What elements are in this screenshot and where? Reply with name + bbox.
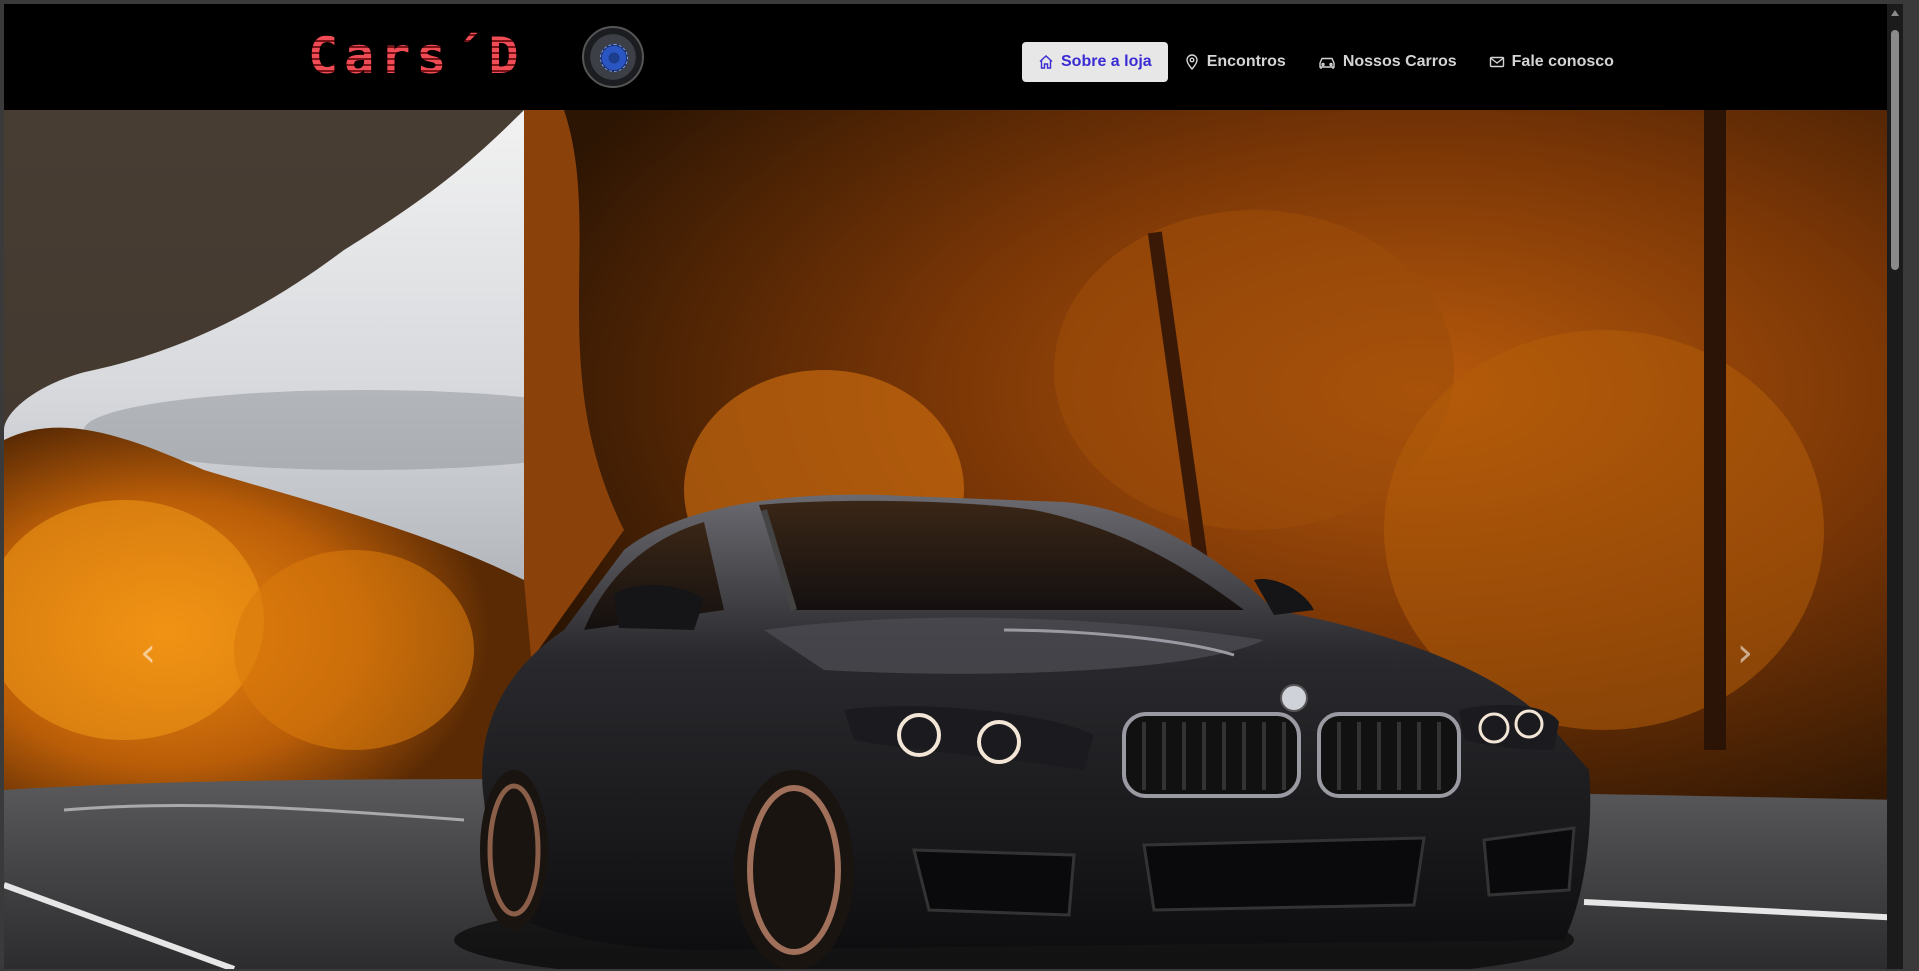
browser-viewport: Cars´D Sobre a loja Encontros Nossos Car… (4, 4, 1903, 969)
nav-item-sobre-a-loja[interactable]: Sobre a loja (1022, 42, 1168, 82)
wheel-hub (600, 44, 628, 72)
nav-item-label: Encontros (1206, 53, 1286, 70)
carousel-prev-button[interactable]: ‹ (128, 628, 168, 678)
hero-carousel: ‹ › (4, 110, 1903, 969)
nav-item-fale-conosco[interactable]: Fale conosco (1473, 42, 1630, 82)
scroll-up-arrow-icon[interactable] (1891, 10, 1899, 16)
home-icon (1038, 54, 1054, 70)
brand-logo-text[interactable]: Cars´D (308, 30, 525, 82)
page-scrollbar[interactable] (1887, 4, 1903, 969)
main-nav: Sobre a loja Encontros Nossos Carros Fal… (1022, 42, 1630, 82)
nav-item-encontros[interactable]: Encontros (1168, 42, 1302, 82)
navbar: Cars´D Sobre a loja Encontros Nossos Car… (4, 4, 1903, 110)
carousel-next-button[interactable]: › (1725, 628, 1765, 678)
nav-item-label: Fale conosco (1511, 53, 1614, 70)
nav-item-label: Nossos Carros (1342, 53, 1457, 70)
nav-item-nossos-carros[interactable]: Nossos Carros (1302, 42, 1473, 82)
hero-car-image (4, 110, 1903, 969)
wheel-logo-icon[interactable] (582, 26, 644, 88)
map-pin-icon (1184, 54, 1200, 70)
car-icon (1318, 54, 1336, 70)
scrollbar-thumb[interactable] (1891, 30, 1899, 270)
nav-item-label: Sobre a loja (1061, 53, 1152, 70)
envelope-icon (1489, 54, 1505, 70)
